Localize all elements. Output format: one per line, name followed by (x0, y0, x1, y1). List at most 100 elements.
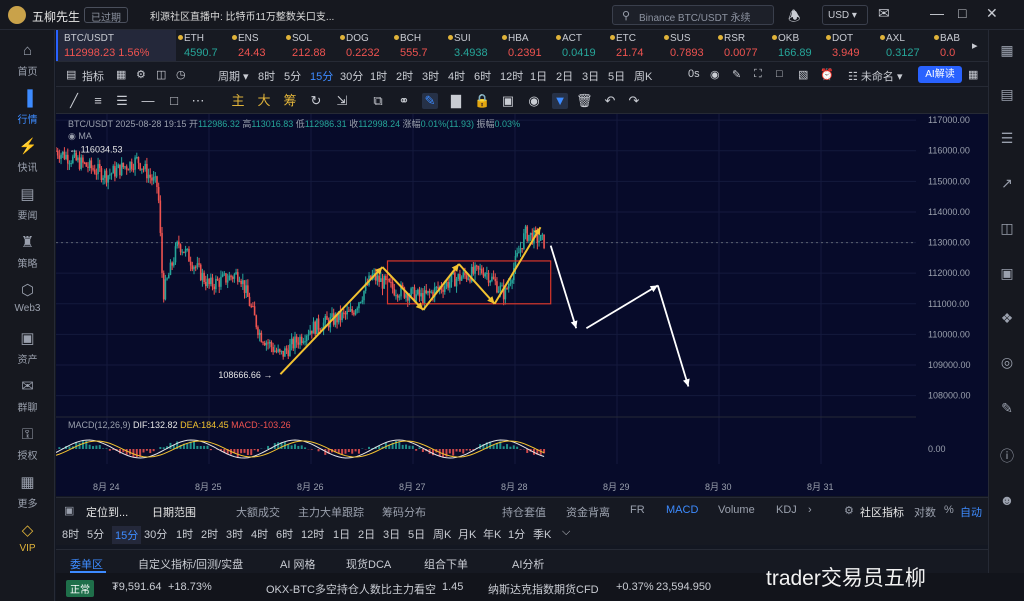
candles-icon[interactable]: ▇ (448, 93, 464, 109)
document-icon[interactable]: ▤ (998, 86, 1016, 104)
bottom-interval-6[interactable]: 3时 (226, 526, 243, 542)
interval-8[interactable]: 6时 (474, 68, 491, 84)
ai-analyze-button[interactable]: AI解读 (918, 66, 962, 83)
bottom-interval-7[interactable]: 4时 (251, 526, 268, 542)
layout-name-select[interactable]: ☷ 未命名 ▾ (848, 68, 903, 84)
template-icon[interactable]: ▦ (116, 68, 126, 81)
chip-toggle[interactable]: 筹 (282, 93, 298, 109)
ticker-more-icon[interactable]: ▸ (972, 39, 978, 53)
ma-legend[interactable]: ◉ MA (68, 131, 92, 142)
mail-icon[interactable]: ✉ (878, 5, 890, 22)
ticker-8[interactable]: ACT 0.0419 (556, 30, 608, 61)
ticker-0[interactable]: BTC/USDT 112998.23 1.56% (56, 30, 176, 61)
undo-icon[interactable]: ↶ (602, 93, 618, 109)
bottom-interval-12[interactable]: 3日 (383, 526, 400, 542)
okx-ratio-label[interactable]: OKX-BTC多空持仓人数比 (266, 581, 392, 597)
big-order-toggle[interactable]: 大 (256, 93, 272, 109)
compass-icon[interactable]: ❖ (998, 310, 1016, 328)
ticker-9[interactable]: ETC 21.74 (610, 30, 662, 61)
info-icon[interactable]: ⓘ (998, 446, 1016, 464)
chat-bubble-icon[interactable]: ✎ (998, 400, 1016, 418)
interval-7[interactable]: 4时 (448, 68, 465, 84)
measure-icon[interactable]: ⇲ (334, 93, 350, 109)
robot-icon[interactable]: ☻ (998, 492, 1016, 510)
chart-type-icon[interactable]: ▤ (66, 68, 76, 81)
indicator-tab-7[interactable]: Volume (718, 504, 755, 516)
settings-icon[interactable]: ⚙ (136, 68, 146, 81)
bottom-interval-16[interactable]: 年K (483, 526, 501, 542)
ticker-11[interactable]: RSR 0.0077 (718, 30, 770, 61)
interval-4[interactable]: 1时 (370, 68, 387, 84)
bottom-interval-1[interactable]: 5分 (87, 526, 104, 542)
locate-icon[interactable]: ▣ (64, 504, 74, 517)
ticker-3[interactable]: SOL 212.88 (286, 30, 338, 61)
target-icon[interactable]: ◎ (998, 354, 1016, 372)
chart-canvas[interactable]: 117000.00 116000.00 115000.00 114000.00 1130… (56, 114, 988, 496)
interval-14[interactable]: 周K (634, 68, 652, 84)
community-indicators[interactable]: 社区指标 (860, 504, 904, 520)
draw-icon[interactable]: ✎ (732, 68, 741, 81)
indicator-tab-0[interactable]: 大额成交 (236, 504, 280, 520)
indicator-tab-6[interactable]: MACD (666, 504, 698, 516)
clock-icon[interactable]: ◷ (176, 68, 186, 81)
ticker-4[interactable]: DOG 0.2232 (340, 30, 392, 61)
main-chart-toggle[interactable]: 主 (230, 93, 246, 109)
bottom-interval-8[interactable]: 6时 (276, 526, 293, 542)
bottom-interval-3[interactable]: 30分 (144, 526, 167, 542)
fullscreen-icon[interactable]: ⛶ (754, 68, 762, 81)
bottom-interval-0[interactable]: 8时 (62, 526, 79, 542)
auto-toggle[interactable]: 自动 (960, 504, 982, 520)
indicator-tab-4[interactable]: 资金背离 (566, 504, 610, 520)
calendar-tool-icon[interactable]: ▣ (500, 93, 516, 109)
replay-icon[interactable]: ↻ (308, 93, 324, 109)
indicator-tab-3[interactable]: 持仓套值 (502, 504, 546, 520)
ticker-5[interactable]: BCH 555.7 (394, 30, 446, 61)
panel-tab-0[interactable]: 委单区 (70, 556, 103, 572)
interval-11[interactable]: 2日 (556, 68, 573, 84)
parallel-channel-icon[interactable]: ☰ (114, 93, 130, 109)
log-toggle[interactable]: 对数 (914, 504, 936, 520)
horizontal-lines-icon[interactable]: ≡ (90, 93, 106, 109)
live-announcement[interactable]: 利源社区直播中: 比特币11万整数关口支... (150, 8, 334, 23)
nav-item-2[interactable]: ⚡ 快讯 (0, 138, 55, 174)
nav-item-10[interactable]: ◇ VIP (0, 522, 55, 554)
list-icon[interactable]: ☰ (998, 130, 1016, 148)
layout-icon[interactable]: ▧ (798, 68, 808, 81)
panel-tab-2[interactable]: AI 网格 (280, 556, 315, 572)
nav-item-5[interactable]: ⬡ Web3 (0, 282, 55, 314)
calendar-icon[interactable]: ▣ (998, 265, 1016, 283)
nav-item-6[interactable]: ▣ 资产 (0, 330, 55, 366)
interval-9[interactable]: 12时 (500, 68, 523, 84)
nav-item-0[interactable]: ⌂ 首页 (0, 42, 55, 78)
nav-item-4[interactable]: ♜ 策略 (0, 234, 55, 270)
ticker-10[interactable]: SUS 0.7893 (664, 30, 716, 61)
grid-view-icon[interactable]: ▦ (998, 42, 1016, 60)
period-menu[interactable]: 周期 ▾ (218, 68, 249, 84)
panel-tab-3[interactable]: 现货DCA (346, 556, 391, 572)
date-range-button[interactable]: 日期范围 (152, 504, 196, 520)
panel-tab-1[interactable]: 自定义指标/回测/实盘 (138, 556, 243, 572)
redo-icon[interactable]: ↷ (626, 93, 642, 109)
price-chart[interactable]: 117000.00 116000.00 115000.00 114000.00 1130… (56, 114, 988, 496)
interval-10[interactable]: 1日 (530, 68, 547, 84)
book-icon[interactable]: ◫ (998, 220, 1016, 238)
minimize-icon[interactable]: — (930, 5, 944, 21)
rectangle-icon[interactable]: □ (166, 93, 182, 109)
camera-icon[interactable]: ◉ (710, 68, 720, 81)
ticker-1[interactable]: ETH 4590.7 (178, 30, 230, 61)
interval-12[interactable]: 3日 (582, 68, 599, 84)
trend-line-icon[interactable]: ╱ (66, 93, 82, 109)
link-icon[interactable]: ⚭ (396, 93, 412, 109)
interval-6[interactable]: 3时 (422, 68, 439, 84)
ticker-7[interactable]: HBA 0.2391 (502, 30, 554, 61)
maximize-icon[interactable]: □ (958, 5, 966, 21)
expired-badge[interactable]: 已过期 (84, 7, 128, 24)
interval-5[interactable]: 2时 (396, 68, 413, 84)
ticker-12[interactable]: OKB 166.89 (772, 30, 824, 61)
indicator-tab-8[interactable]: KDJ (776, 504, 797, 516)
interval-1[interactable]: 5分 (284, 68, 301, 84)
chevron-right-icon[interactable]: › (808, 504, 812, 516)
horizontal-ray-icon[interactable]: — (140, 93, 156, 109)
nav-item-8[interactable]: ⚿ 授权 (0, 426, 55, 462)
trash-icon[interactable]: 🗑 (576, 93, 593, 109)
